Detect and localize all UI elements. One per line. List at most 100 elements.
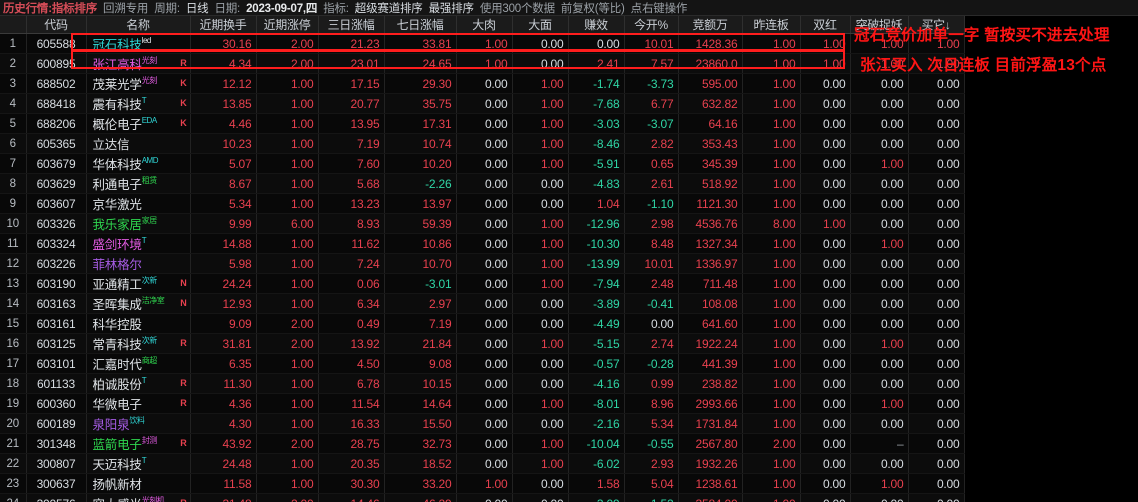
table-row[interactable]: 14 603163 圣晖集成洁净室 N 12.93 1.00 6.34 2.97 0.00 0.0… xyxy=(0,293,965,314)
column-header-openpct[interactable]: 今开% xyxy=(624,16,679,34)
table-row[interactable]: 13 603190 亚通精工次新 N 24.24 1.00 0.06 -3.01 0.00 1.0… xyxy=(0,273,965,294)
stock-name-cell[interactable]: 泉阳泉饮料 xyxy=(86,413,191,434)
indicator-value[interactable]: 超级赛道排序 xyxy=(352,0,426,15)
column-header-double[interactable]: 双红 xyxy=(800,16,851,34)
stock-code[interactable]: 603101 xyxy=(26,353,87,374)
column-header-bidamt[interactable]: 竞额万 xyxy=(678,16,743,34)
table-row[interactable]: 8 603629 利通电子租赁 8.67 1.00 5.68 -2.26 0.00 0.00 -4… xyxy=(0,173,965,194)
table-row[interactable]: 10 603326 我乐家居家居 9.99 6.00 8.93 59.39 0.00 1.00-… xyxy=(0,213,965,234)
stock-name-cell[interactable]: 扬帆新材 xyxy=(86,473,191,494)
stock-name-cell[interactable]: 概伦电子EDA K xyxy=(86,113,191,134)
stock-name-cell[interactable]: 利通电子租赁 xyxy=(86,173,191,194)
stock-code[interactable]: 300576 xyxy=(26,493,87,502)
table-row[interactable]: 24300576容大感光光刻机R31.482.0014.4646.290.000… xyxy=(0,493,965,502)
stock-code[interactable]: 603190 xyxy=(26,273,87,294)
table-row[interactable]: 12 603226 菲林格尔 5.98 1.00 7.24 10.70 0.00 1.00 -13… xyxy=(0,253,965,274)
table-row[interactable]: 18 601133 柏诚股份T R 11.30 1.00 6.78 10.15 0.00 0.00… xyxy=(0,373,965,394)
table-row[interactable]: 21 301348 蓝箭电子封测 R 43.92 2.00 28.75 32.73 0.00 1.… xyxy=(0,433,965,454)
stock-code[interactable]: 603161 xyxy=(26,313,87,334)
stock-name-cell[interactable]: 震有科技T K xyxy=(86,93,191,114)
stock-code[interactable]: 600360 xyxy=(26,393,87,414)
column-header-bigmeat[interactable]: 大肉 xyxy=(456,16,513,34)
stock-name-cell[interactable]: 蓝箭电子封测 R xyxy=(86,433,191,454)
table-row[interactable]: 16 603125 常青科技次新 R 31.81 2.00 13.92 21.84 0.00 1.… xyxy=(0,333,965,354)
table-row[interactable]: 20 600189 泉阳泉饮料 4.30 1.00 16.33 15.50 0.00 0.00-… xyxy=(0,413,965,434)
stock-code[interactable]: 603326 xyxy=(26,213,87,234)
stock-name-cell[interactable]: 亚通精工次新 N xyxy=(86,273,191,294)
column-header-yboard[interactable]: 昨连板 xyxy=(742,16,801,34)
stock-code[interactable]: 605365 xyxy=(26,133,87,154)
cell-earn: -7.68 xyxy=(568,93,625,114)
stock-code[interactable]: 605588 xyxy=(26,33,87,54)
cell-d3: 5.68 xyxy=(318,173,385,194)
stock-name-cell[interactable]: 冠石科技led xyxy=(86,33,191,54)
date-value[interactable]: 2023-09-07,四 xyxy=(243,0,320,15)
stock-name-cell[interactable]: 华微电子 R xyxy=(86,393,191,414)
stock-code[interactable]: 300637 xyxy=(26,473,87,494)
stock-code[interactable]: 603679 xyxy=(26,153,87,174)
table-row[interactable]: 2 600895 张江高科光刻 R 4.34 2.00 23.01 24.65 1.00 0.00… xyxy=(0,53,965,74)
stock-code[interactable]: 688418 xyxy=(26,93,87,114)
stock-name-cell[interactable]: 容大感光光刻机R xyxy=(86,493,191,502)
stock-code[interactable]: 300807 xyxy=(26,453,87,474)
stock-code[interactable]: 600189 xyxy=(26,413,87,434)
stock-name-cell[interactable]: 京华激光 xyxy=(86,193,191,214)
stock-code[interactable]: 603226 xyxy=(26,253,87,274)
table-row[interactable]: 17 603101 汇嘉时代商超 6.35 1.00 4.50 9.08 0.00 0.00 -0… xyxy=(0,353,965,374)
stock-name-cell[interactable]: 常青科技次新 R xyxy=(86,333,191,354)
stock-name-cell[interactable]: 圣晖集成洁净室 N xyxy=(86,293,191,314)
period-value[interactable]: 日线 xyxy=(183,0,212,15)
stock-code[interactable]: 603324 xyxy=(26,233,87,254)
table-row[interactable]: 9 603607 京华激光 5.34 1.00 13.23 13.97 0.00 0.00 1.0… xyxy=(0,193,965,214)
stock-flag-marker: R xyxy=(180,378,187,388)
stock-name-cell[interactable]: 天迈科技T xyxy=(86,453,191,474)
stock-name-cell[interactable]: 我乐家居家居 xyxy=(86,213,191,234)
column-header-earn[interactable]: 赚效 xyxy=(568,16,625,34)
table-row[interactable]: 3 688502 茂莱光学光刻 K 12.12 1.00 17.15 29.30 0.00 1.0… xyxy=(0,73,965,94)
stock-name-cell[interactable]: 菲林格尔 xyxy=(86,253,191,274)
column-header-bigloss[interactable]: 大面 xyxy=(512,16,569,34)
stock-name-cell[interactable]: 华体科技AMD xyxy=(86,153,191,174)
sort-value[interactable]: 最强排序 xyxy=(426,0,477,15)
table-row[interactable]: 4 688418 震有科技T K 13.85 1.00 20.77 35.75 0.00 1.00… xyxy=(0,93,965,114)
column-header-turn[interactable]: 近期换手 xyxy=(190,16,257,34)
table-row[interactable]: 1 605588 冠石科技led 30.16 2.00 21.23 33.81 1.00 0.0… xyxy=(0,33,965,54)
stock-code[interactable]: 603629 xyxy=(26,173,87,194)
stock-code[interactable]: 603125 xyxy=(26,333,87,354)
stock-code[interactable]: 601133 xyxy=(26,373,87,394)
column-header-limit[interactable]: 近期涨停 xyxy=(256,16,319,34)
stock-code[interactable]: 603607 xyxy=(26,193,87,214)
stock-code[interactable]: 603163 xyxy=(26,293,87,314)
column-header-idx[interactable] xyxy=(0,16,27,34)
table-row[interactable]: 15 603161 科华控股 9.09 2.00 0.49 7.19 0.00 0.00 -4.4… xyxy=(0,313,965,334)
stock-code[interactable]: 600895 xyxy=(26,53,87,74)
stock-code[interactable]: 688502 xyxy=(26,73,87,94)
column-header-name[interactable]: 名称 xyxy=(86,16,191,34)
stock-name-cell[interactable]: 茂莱光学光刻 K xyxy=(86,73,191,94)
stock-code[interactable]: 301348 xyxy=(26,433,87,454)
column-header-d7[interactable]: 七日涨幅 xyxy=(384,16,457,34)
column-header-d3[interactable]: 三日涨幅 xyxy=(318,16,385,34)
table-row[interactable]: 5 688206 概伦电子EDA K 4.46 1.00 13.95 17.31 0.00 1.0… xyxy=(0,113,965,134)
stock-flag-marker: K xyxy=(180,98,187,108)
adjust-mode[interactable]: 前复权(等比) xyxy=(558,0,628,15)
row-index: 8 xyxy=(0,173,27,194)
stock-table-container[interactable]: 代码 名称 近期换手 近期涨停 三日涨幅 七日涨幅 大肉 大面 赚效 今开% 竞额万 昨连板 双红 突破捉… xyxy=(0,16,965,502)
cell-bigmeat: 0.00 xyxy=(456,173,513,194)
stock-name-cell[interactable]: 柏诚股份T R xyxy=(86,373,191,394)
stock-name-cell[interactable]: 立达信 xyxy=(86,133,191,154)
stock-name-cell[interactable]: 张江高科光刻 R xyxy=(86,53,191,74)
table-row[interactable]: 6 605365 立达信 10.23 1.00 7.19 10.74 0.00 1.00 -8.4… xyxy=(0,133,965,154)
cell-limit: 2.00 xyxy=(256,333,319,354)
column-header-code[interactable]: 代码 xyxy=(26,16,87,34)
stock-name-cell[interactable]: 盛剑环境T xyxy=(86,233,191,254)
stock-name-cell[interactable]: 汇嘉时代商超 xyxy=(86,353,191,374)
stock-name-cell[interactable]: 科华控股 xyxy=(86,313,191,334)
table-row[interactable]: 22 300807 天迈科技T 24.48 1.00 20.35 18.52 0.00 1.00… xyxy=(0,453,965,474)
table-row[interactable]: 7 603679 华体科技AMD 5.07 1.00 7.60 10.20 0.00 1.00-… xyxy=(0,153,965,174)
stock-concept-tag: T xyxy=(141,236,147,245)
table-row[interactable]: 19 600360 华微电子 R 4.36 1.00 11.54 14.64 0.00 1.00-… xyxy=(0,393,965,414)
stock-code[interactable]: 688206 xyxy=(26,113,87,134)
table-row[interactable]: 11 603324 盛剑环境T 14.88 1.00 11.62 10.86 0.00 1.00… xyxy=(0,233,965,254)
table-row[interactable]: 23 300637 扬帆新材 11.58 1.00 30.30 33.20 1.00 0.00 1… xyxy=(0,473,965,494)
